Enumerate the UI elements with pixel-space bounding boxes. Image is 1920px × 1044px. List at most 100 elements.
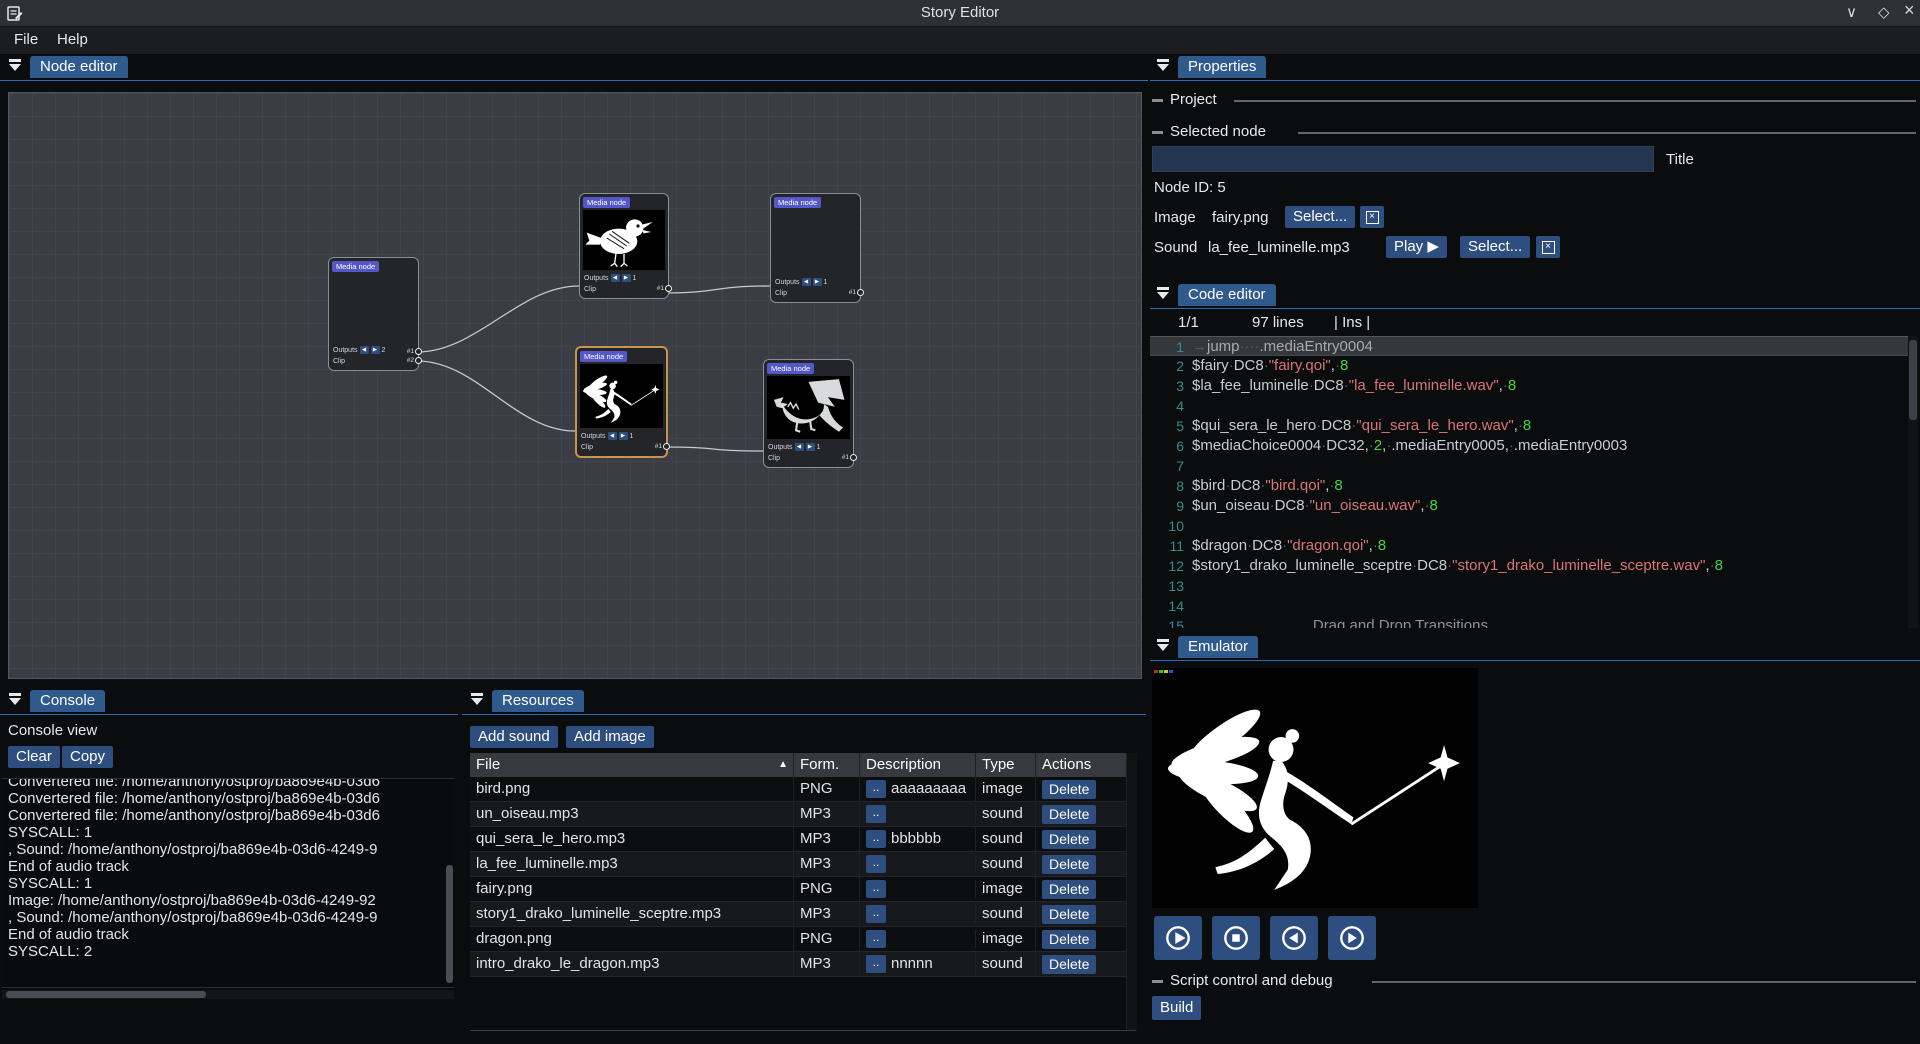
console-clear-button[interactable]: Clear xyxy=(8,746,60,768)
collapse-icon[interactable] xyxy=(470,693,484,706)
output-pin[interactable]: #1 xyxy=(842,454,857,461)
console-vertical-scrollbar[interactable] xyxy=(446,865,453,983)
close-icon[interactable]: × xyxy=(1904,0,1915,21)
table-row[interactable]: qui_sera_le_hero.mp3MP3..bbbbbbsoundDele… xyxy=(470,827,1126,852)
code-line[interactable]: 11$dragon·DC8·"dragon.qoi",·8 xyxy=(1150,536,1908,556)
graph-node-5[interactable]: Media nodeOutputs◀▶1Clip#1 xyxy=(763,359,854,468)
output-pin[interactable]: #1 xyxy=(655,443,670,450)
output-pin[interactable]: #1 xyxy=(407,348,422,355)
delete-button[interactable]: Delete xyxy=(1042,880,1096,899)
delete-button[interactable]: Delete xyxy=(1042,855,1096,874)
menu-item-help[interactable]: Help xyxy=(57,31,88,48)
code-line[interactable]: 7 xyxy=(1150,456,1908,476)
tab-code-editor[interactable]: Code editor xyxy=(1178,284,1276,306)
code-line[interactable]: 2$fairy·DC8·"fairy.qoi",·8 xyxy=(1150,356,1908,376)
code-line[interactable]: 1→jump····.mediaEntry0004 xyxy=(1150,336,1908,356)
code-line[interactable]: 10 xyxy=(1150,516,1908,536)
tab-node-editor[interactable]: Node editor xyxy=(30,56,128,78)
table-row[interactable]: dragon.pngPNG..imageDelete xyxy=(470,927,1126,952)
title-input[interactable] xyxy=(1152,146,1654,172)
prev-output-button[interactable]: ◀ xyxy=(802,278,811,286)
edit-description-button[interactable]: .. xyxy=(866,930,886,948)
console-log[interactable]: Convertered file: /home/anthony/ostproj/… xyxy=(2,778,454,988)
table-row[interactable]: fairy.pngPNG..imageDelete xyxy=(470,877,1126,902)
column-header-format[interactable]: Form. xyxy=(794,753,860,777)
output-pin[interactable]: #1 xyxy=(849,289,864,296)
prev-output-button[interactable]: ◀ xyxy=(611,274,620,282)
collapse-icon[interactable] xyxy=(8,59,22,72)
table-row[interactable]: la_fee_luminelle.mp3MP3..soundDelete xyxy=(470,852,1126,877)
code-line[interactable]: 5$qui_sera_le_hero·DC8·"qui_sera_le_hero… xyxy=(1150,416,1908,436)
image-select-button[interactable]: Select... xyxy=(1285,206,1355,228)
add-image-button[interactable]: Add image xyxy=(566,726,654,748)
prev-output-button[interactable]: ◀ xyxy=(360,346,369,354)
console-horizontal-scrollbar[interactable] xyxy=(2,990,454,999)
edit-description-button[interactable]: .. xyxy=(866,855,886,873)
sound-select-button[interactable]: Select... xyxy=(1460,236,1530,258)
graph-node-1[interactable]: Media nodeOutputs◀▶2Clip#1#2 xyxy=(328,257,419,371)
column-header-description[interactable]: Description xyxy=(860,753,976,777)
delete-button[interactable]: Delete xyxy=(1042,805,1096,824)
output-pin[interactable]: #2 xyxy=(407,357,422,364)
table-row[interactable]: bird.pngPNG..aaaaaaaaaimageDelete xyxy=(470,777,1126,802)
console-copy-button[interactable]: Copy xyxy=(62,746,113,768)
edit-description-button[interactable]: .. xyxy=(866,830,886,848)
graph-node-3[interactable]: Media nodeOutputs◀▶1Clip#1 xyxy=(770,193,861,303)
tab-console[interactable]: Console xyxy=(30,690,105,712)
minimize-icon[interactable]: ∨ xyxy=(1846,3,1857,21)
emulator-play-button[interactable] xyxy=(1154,916,1202,960)
build-button[interactable]: Build xyxy=(1152,996,1201,1020)
column-header-type[interactable]: Type xyxy=(976,753,1036,777)
next-output-button[interactable]: ▶ xyxy=(371,346,380,354)
edit-description-button[interactable]: .. xyxy=(866,780,886,798)
delete-button[interactable]: Delete xyxy=(1042,780,1096,799)
emulator-step-back-button[interactable] xyxy=(1270,916,1318,960)
column-header-actions[interactable]: Actions xyxy=(1036,753,1126,777)
table-row[interactable]: intro_drako_le_dragon.mp3MP3..nnnnnsound… xyxy=(470,952,1126,977)
tab-properties[interactable]: Properties xyxy=(1178,56,1266,78)
edit-description-button[interactable]: .. xyxy=(866,805,886,823)
delete-button[interactable]: Delete xyxy=(1042,905,1096,924)
collapse-icon[interactable] xyxy=(8,693,22,706)
code-line[interactable]: 6$mediaChoice0004·DC32,·2,·.mediaEntry00… xyxy=(1150,436,1908,456)
code-line[interactable]: 8$bird·DC8·"bird.qoi",·8 xyxy=(1150,476,1908,496)
menu-item-file[interactable]: File xyxy=(14,31,38,48)
prev-output-button[interactable]: ◀ xyxy=(795,443,804,451)
code-line[interactable]: 13 xyxy=(1150,576,1908,596)
prev-output-button[interactable]: ◀ xyxy=(608,432,617,440)
emulator-step-forward-button[interactable] xyxy=(1328,916,1376,960)
delete-button[interactable]: Delete xyxy=(1042,830,1096,849)
column-header-file[interactable]: File▲ xyxy=(470,753,794,777)
code-line[interactable]: 14 xyxy=(1150,596,1908,616)
code-line[interactable]: 3$la_fee_luminelle·DC8·"la_fee_luminelle… xyxy=(1150,376,1908,396)
sound-play-button[interactable]: Play ▶ xyxy=(1386,236,1447,258)
collapse-icon[interactable] xyxy=(1156,639,1170,652)
sound-clear-button[interactable]: × xyxy=(1536,236,1560,258)
emulator-stop-button[interactable] xyxy=(1212,916,1260,960)
tab-resources[interactable]: Resources xyxy=(492,690,584,712)
resources-scrollbar-track[interactable] xyxy=(1126,753,1137,1030)
collapse-icon[interactable] xyxy=(1156,59,1170,72)
collapse-icon[interactable] xyxy=(1156,287,1170,300)
graph-node-4[interactable]: Media nodeOutputs◀▶1Clip#1 xyxy=(575,346,668,458)
scrollbar-thumb[interactable] xyxy=(1909,340,1917,420)
table-row[interactable]: un_oiseau.mp3MP3..soundDelete xyxy=(470,802,1126,827)
maximize-icon[interactable]: ◇ xyxy=(1878,3,1890,21)
code-line[interactable]: 12$story1_drako_luminelle_sceptre·DC8·"s… xyxy=(1150,556,1908,576)
output-pin[interactable]: #1 xyxy=(657,285,672,292)
code-editor-area[interactable]: 1→jump····.mediaEntry00042$fairy·DC8·"fa… xyxy=(1150,336,1908,628)
scrollbar-thumb[interactable] xyxy=(6,991,206,998)
code-line[interactable]: 9$un_oiseau·DC8·"un_oiseau.wav",·8 xyxy=(1150,496,1908,516)
next-output-button[interactable]: ▶ xyxy=(622,274,631,282)
table-row[interactable]: story1_drako_luminelle_sceptre.mp3MP3..s… xyxy=(470,902,1126,927)
code-editor-scrollbar[interactable] xyxy=(1908,336,1918,628)
next-output-button[interactable]: ▶ xyxy=(813,278,822,286)
code-line[interactable]: 15 Drag and Drop Transitions xyxy=(1150,616,1908,628)
delete-button[interactable]: Delete xyxy=(1042,955,1096,974)
node-canvas[interactable]: Media nodeOutputs◀▶2Clip#1#2Media nodeOu… xyxy=(8,92,1142,679)
add-sound-button[interactable]: Add sound xyxy=(470,726,558,748)
tab-emulator[interactable]: Emulator xyxy=(1178,636,1258,658)
next-output-button[interactable]: ▶ xyxy=(619,432,628,440)
edit-description-button[interactable]: .. xyxy=(866,905,886,923)
delete-button[interactable]: Delete xyxy=(1042,930,1096,949)
